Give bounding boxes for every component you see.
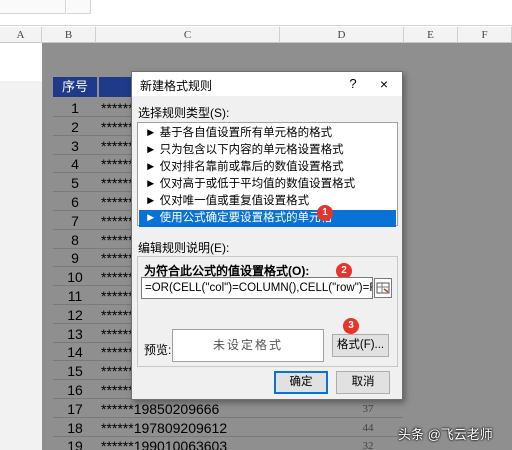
row-number-cell[interactable]: 10 [53, 268, 97, 286]
range-select-icon [376, 282, 390, 294]
formula-bar-area [0, 0, 512, 26]
close-icon[interactable]: × [372, 74, 396, 94]
row-number-cell[interactable]: 16 [53, 381, 97, 399]
format-button[interactable]: 格式(F)... [332, 334, 389, 357]
id-cell[interactable]: ******199010063603 [99, 437, 279, 450]
value-cell[interactable]: 44 [333, 419, 403, 437]
preview-label: 预览: [144, 343, 172, 357]
dialog-titlebar[interactable]: 新建格式规则 ? × [132, 72, 402, 96]
ok-button[interactable]: 确定 [274, 371, 328, 394]
row-number-cell[interactable]: 7 [53, 212, 97, 230]
row-number-cell[interactable]: 14 [53, 343, 97, 361]
row-number-cell[interactable]: 1 [53, 99, 97, 117]
row-number-cell[interactable]: 9 [53, 249, 97, 267]
value-cell[interactable]: 37 [333, 400, 403, 418]
id-cell[interactable]: ******19850209666 [99, 400, 279, 418]
name-box[interactable] [0, 0, 66, 14]
column-header-b[interactable]: B [42, 27, 96, 43]
row-number-cell[interactable]: 6 [53, 193, 97, 211]
column-header-c[interactable]: C [96, 27, 280, 43]
row-number-cell[interactable]: 18 [53, 419, 97, 437]
row-number-cell[interactable]: 8 [53, 231, 97, 249]
row-number-cell[interactable]: 12 [53, 306, 97, 324]
cancel-button[interactable]: 取消 [336, 371, 390, 394]
step-badge-1: 1 [317, 205, 333, 221]
row-number-cell[interactable]: 5 [53, 174, 97, 192]
column-header-e[interactable]: E [404, 27, 458, 43]
row-number-cell[interactable]: 17 [53, 400, 97, 418]
function-box[interactable] [67, 0, 91, 14]
rule-type-item[interactable]: ► 基于各自值设置所有单元格的格式 [139, 125, 396, 142]
step-badge-3: 3 [343, 318, 359, 334]
sheet-column-a [0, 43, 42, 450]
table-row: 18 ******197809209612 44 [53, 419, 403, 437]
edit-rule-label: 编辑规则说明(E): [138, 241, 230, 255]
row-number-cell[interactable]: 19 [53, 437, 97, 450]
table-row: 17 ******19850209666 37 [53, 400, 403, 418]
row-number-cell[interactable]: 4 [53, 155, 97, 173]
rule-type-item[interactable]: ► 使用公式确定要设置格式的单元格 [139, 210, 396, 227]
watermark: 头条 @飞云老师 [398, 427, 493, 442]
preview-box: 未设定格式 [172, 329, 324, 362]
rule-type-item[interactable]: ► 仅对排名靠前或靠后的数值设置格式 [139, 159, 396, 176]
rule-type-list[interactable]: ► 基于各自值设置所有单元格的格式 ► 只为包含以下内容的单元格设置格式 ► 仅对排… [137, 122, 398, 227]
help-button[interactable]: ? [343, 74, 363, 94]
row-number-cell[interactable]: 13 [53, 325, 97, 343]
row-number-cell[interactable]: 3 [53, 137, 97, 155]
value-cell[interactable]: 32 [333, 437, 403, 450]
dialog-title: 新建格式规则 [140, 79, 213, 93]
row-number-cell[interactable]: 11 [53, 287, 97, 305]
new-format-rule-dialog: 新建格式规则 ? × 选择规则类型(S): ► 基于各自值设置所有单元格的格式 ►… [131, 71, 403, 400]
row-number-cell[interactable]: 15 [53, 362, 97, 380]
id-cell[interactable]: ******197809209612 [99, 419, 279, 437]
formula-input[interactable]: =OR(CELL("col")=COLUMN(),CELL("row")=ROW… [141, 277, 373, 299]
rule-type-item[interactable]: ► 仅对唯一值或重复值设置格式 [139, 193, 396, 210]
rule-type-item[interactable]: ► 只为包含以下内容的单元格设置格式 [139, 142, 396, 159]
table-row: 19 ******199010063603 32 [53, 437, 403, 450]
row-number-cell[interactable]: 2 [53, 118, 97, 136]
select-rule-type-label: 选择规则类型(S): [138, 106, 230, 120]
column-header-row: A B C D E F [0, 27, 512, 43]
column-header-d[interactable]: D [280, 27, 404, 43]
column-header-f[interactable]: F [458, 27, 512, 43]
column-header-a[interactable]: A [0, 27, 42, 43]
range-select-button[interactable] [374, 278, 392, 298]
header-serial[interactable]: 序号 [53, 77, 97, 97]
rule-type-item[interactable]: ► 仅对高于或低于平均值的数值设置格式 [139, 176, 396, 193]
